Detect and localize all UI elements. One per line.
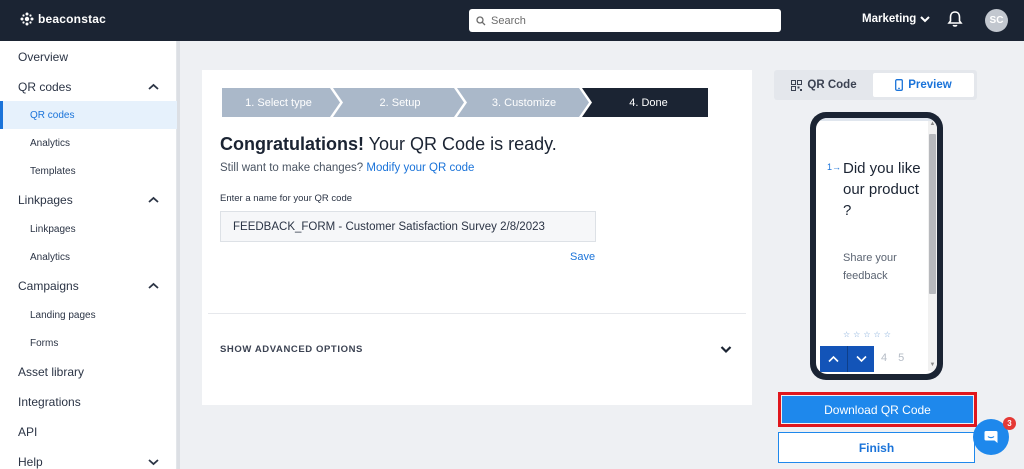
workspace-selector[interactable]: Marketing	[862, 13, 931, 25]
chevron-up-icon[interactable]	[148, 83, 159, 91]
preview-toggle: QR Code Preview	[774, 70, 977, 100]
qr-name-label: Enter a name for your QR code	[220, 193, 353, 204]
sidebar-item-asset-library[interactable]: Asset library	[0, 358, 177, 386]
sidebar-item-integrations[interactable]: Integrations	[0, 388, 177, 416]
title-bold: Congratulations!	[220, 134, 364, 154]
workspace-label: Marketing	[862, 13, 917, 25]
sidebar-item-label: Templates	[30, 165, 76, 177]
bell-icon	[947, 11, 963, 27]
sidebar-item-help[interactable]: Help	[0, 448, 177, 469]
divider	[208, 313, 746, 314]
sidebar-item-label: Analytics	[30, 137, 71, 149]
sidebar-item-qr-codes-group[interactable]: QR codes	[0, 73, 177, 101]
star-rating[interactable]: ☆☆☆☆☆	[843, 330, 894, 339]
tab-qr-label: QR Code	[807, 79, 857, 91]
modify-prompt-text: Still want to make changes?	[220, 162, 364, 174]
sidebar-item-label: Asset library	[18, 365, 85, 379]
tab-preview-label: Preview	[908, 79, 952, 91]
finish-button[interactable]: Finish	[778, 432, 975, 463]
qr-done-card: 1. Select type 2. Setup 3. Customize 4. …	[202, 70, 752, 405]
sidebar-item-label: QR codes	[18, 80, 72, 94]
sidebar: Overview QR codes QR codes Analytics Tem…	[0, 41, 177, 469]
chevron-down-icon	[720, 345, 732, 353]
search-box[interactable]	[469, 9, 781, 32]
qr-name-field[interactable]	[220, 211, 596, 242]
sidebar-item-label: Landing pages	[30, 309, 96, 321]
sidebar-item-campaigns-group[interactable]: Campaigns	[0, 272, 177, 300]
sidebar-item-label: Campaigns	[18, 279, 79, 293]
faded-numbers: 4 5	[881, 352, 909, 364]
app-logo[interactable]: beaconstac	[20, 12, 106, 26]
preview-scrollbar-thumb[interactable]	[929, 134, 936, 294]
step-customize[interactable]: 3. Customize	[464, 88, 584, 117]
sidebar-item-qr-analytics[interactable]: Analytics	[0, 129, 177, 157]
sidebar-item-label: Analytics	[30, 251, 71, 263]
sidebar-item-overview[interactable]: Overview	[0, 43, 177, 71]
logo-text: beaconstac	[38, 12, 107, 26]
chevron-up-icon[interactable]	[148, 282, 159, 290]
download-qr-button[interactable]: Download QR Code	[782, 396, 973, 423]
chevron-down-icon	[920, 16, 931, 23]
sidebar-item-label: Help	[18, 455, 43, 469]
title-rest: Your QR Code is ready.	[364, 134, 557, 154]
scroll-down-arrow[interactable]: ▼	[929, 362, 936, 368]
search-input[interactable]	[491, 14, 771, 27]
chevron-down-icon[interactable]	[148, 458, 159, 466]
step-done: 4. Done	[629, 96, 668, 109]
step-select-type[interactable]: 1. Select type	[222, 88, 335, 117]
notifications-button[interactable]	[947, 10, 963, 33]
progress-line	[816, 118, 937, 121]
advanced-options-toggle[interactable]: SHOW ADVANCED OPTIONS	[208, 332, 732, 366]
top-bar: beaconstac Marketing SC	[0, 0, 1024, 41]
step-setup[interactable]: 2. Setup	[340, 88, 460, 117]
sidebar-item-api[interactable]: API	[0, 418, 177, 446]
sidebar-item-label: Forms	[30, 337, 59, 349]
chat-badge: 3	[1003, 417, 1016, 430]
sidebar-item-forms[interactable]: Forms	[0, 329, 177, 357]
sidebar-item-label: Overview	[18, 50, 69, 64]
sidebar-item-linkpages[interactable]: Linkpages	[0, 215, 177, 243]
question-subtext: Share your feedback	[843, 252, 897, 282]
phone-icon	[895, 79, 904, 91]
tab-preview[interactable]: Preview	[873, 73, 974, 97]
sidebar-scrollbar[interactable]	[177, 41, 180, 469]
advanced-options-label: SHOW ADVANCED OPTIONS	[220, 343, 363, 355]
sidebar-item-label: API	[18, 425, 38, 439]
sidebar-item-linkpages-analytics[interactable]: Analytics	[0, 243, 177, 271]
search-icon	[476, 15, 486, 25]
sidebar-item-linkpages-group[interactable]: Linkpages	[0, 186, 177, 214]
phone-screen: 1→ Did you like our product ? Share your…	[816, 118, 937, 374]
scroll-up-arrow[interactable]: ▲	[929, 121, 936, 127]
sidebar-item-templates[interactable]: Templates	[0, 157, 177, 185]
modify-prompt: Still want to make changes? Modify your …	[220, 162, 474, 174]
sidebar-item-label: Linkpages	[30, 223, 76, 235]
form-nav	[820, 346, 874, 372]
tab-qr-code[interactable]: QR Code	[777, 73, 871, 97]
previous-question-button[interactable]	[820, 346, 847, 372]
qr-icon	[791, 79, 803, 91]
question-text: Did you like our product ?	[843, 160, 921, 219]
modify-qr-link[interactable]: Modify your QR code	[366, 162, 474, 174]
save-link[interactable]: Save	[570, 251, 595, 263]
sidebar-item-qr-codes[interactable]: QR codes	[0, 101, 177, 129]
stepper: 1. Select type 2. Setup 3. Customize 4. …	[222, 88, 708, 117]
sidebar-item-label: QR codes	[30, 109, 75, 121]
sidebar-item-landing-pages[interactable]: Landing pages	[0, 301, 177, 329]
logo-icon	[20, 12, 34, 26]
page-title: Congratulations! Your QR Code is ready.	[220, 134, 557, 155]
next-question-button[interactable]	[847, 346, 874, 372]
arrow-down-icon	[855, 355, 867, 363]
question-number: 1→	[827, 162, 842, 172]
sidebar-item-label: Integrations	[18, 395, 81, 409]
sidebar-item-label: Linkpages	[18, 193, 73, 207]
avatar[interactable]: SC	[985, 9, 1008, 32]
chat-icon	[984, 431, 998, 443]
arrow-up-icon	[828, 355, 839, 363]
chevron-up-icon[interactable]	[148, 196, 159, 204]
phone-preview: 1→ Did you like our product ? Share your…	[810, 112, 943, 380]
